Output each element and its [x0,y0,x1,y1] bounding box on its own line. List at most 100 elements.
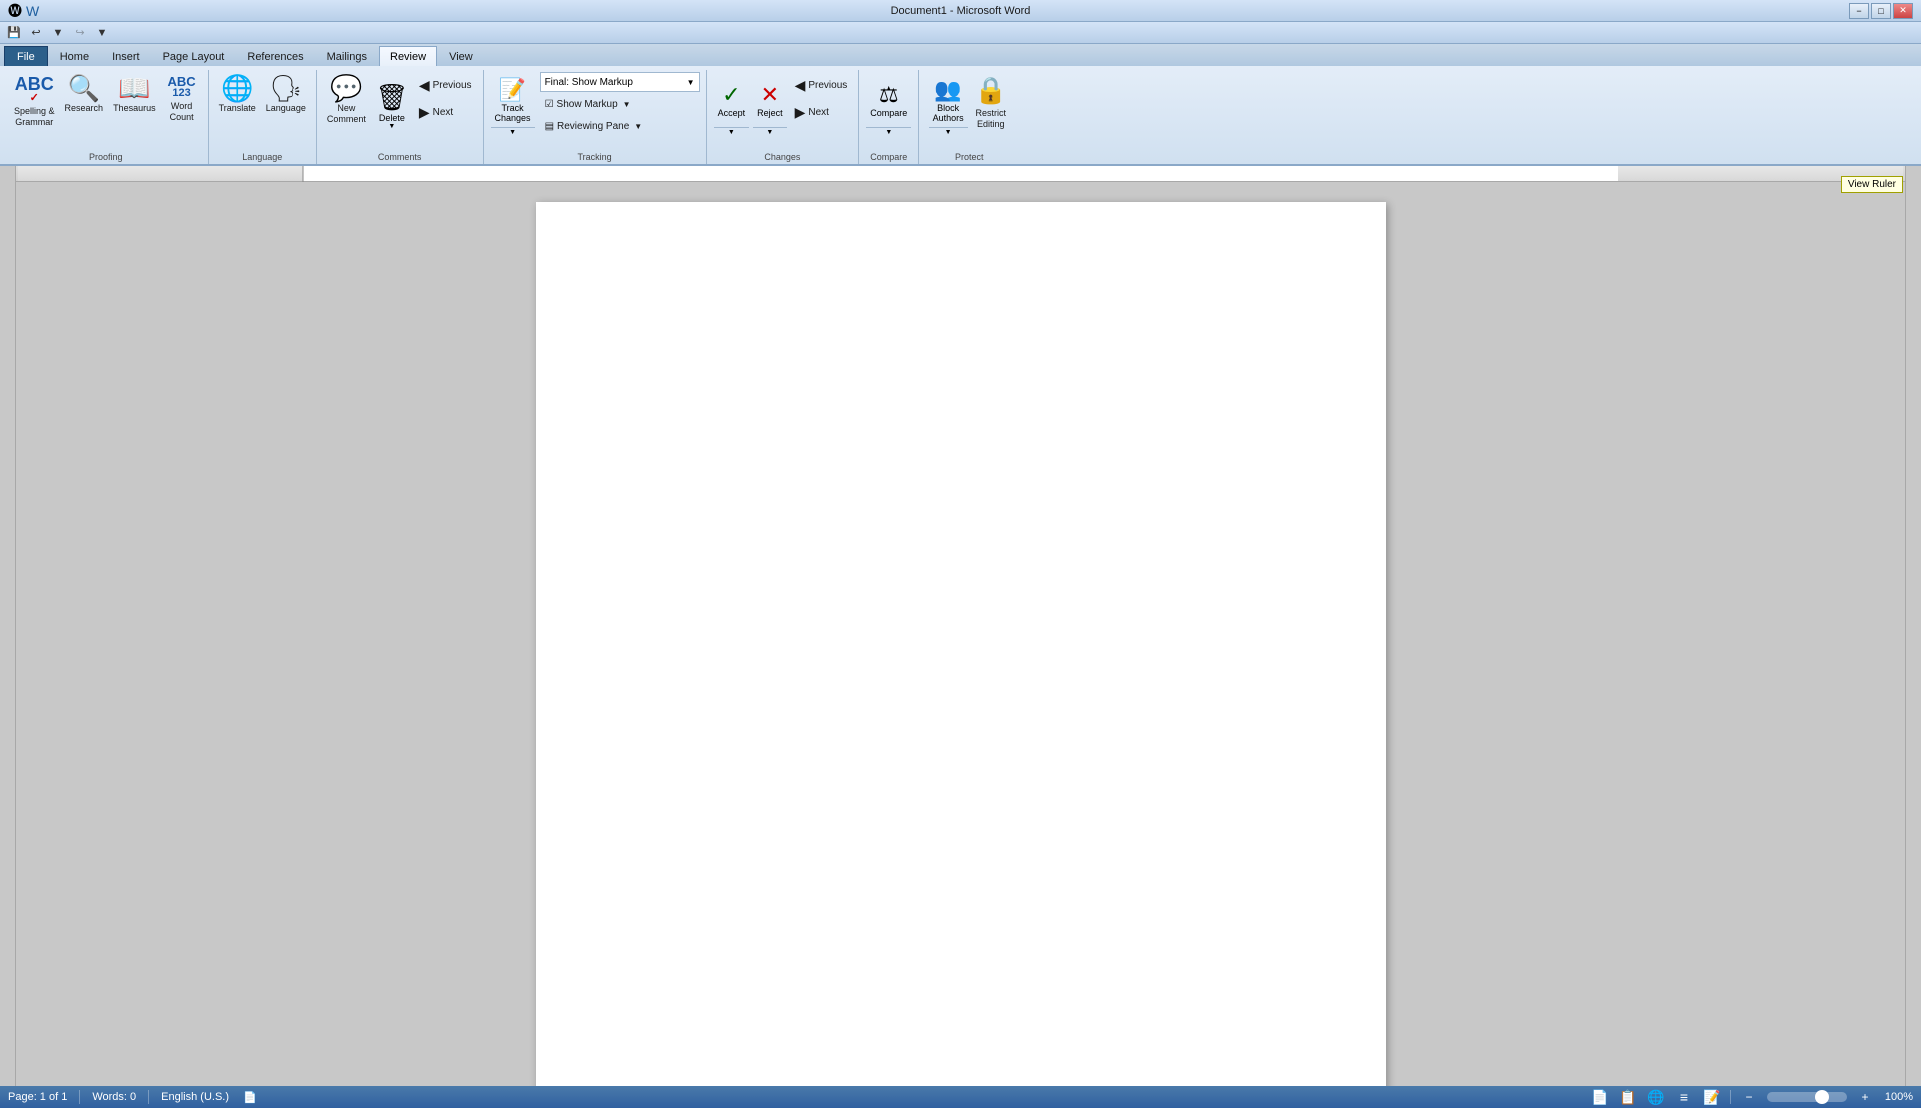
maximize-button[interactable]: □ [1871,3,1891,19]
compare-group-label: Compare [859,152,918,162]
research-button[interactable]: 🔍 Research [61,72,108,138]
trackchanges-dropdown-button[interactable]: ▼ [491,127,535,137]
reject-button[interactable]: ✕ Reject [753,73,787,127]
tab-view[interactable]: View [438,46,484,66]
qa-dropdown-button[interactable]: ▼ [92,24,112,42]
wordcount-icon: ABC 123 [168,75,196,99]
ribbon-group-language: 🌐 Translate 🗣 Language Language [209,70,317,164]
comments-group-label: Comments [317,152,483,162]
language-group-label: Language [209,152,316,162]
research-label: Research [65,103,104,114]
zoom-in-button[interactable]: + [1855,1088,1875,1106]
blockauthors-button[interactable]: 👥 BlockAuthors [929,73,968,127]
comments-next-button[interactable]: ▶ Next [414,99,477,125]
ruler-tick-marks [18,166,1903,182]
next-icon: ▶ [419,104,430,121]
ribbon: File Home Insert Page Layout References … [0,44,1921,166]
tab-pagelayout[interactable]: Page Layout [152,46,236,66]
showmarkup-dropdown-arrow[interactable]: ▼ [623,100,631,109]
tab-mailings[interactable]: Mailings [316,46,378,66]
web-layout-view-button[interactable]: 🌐 [1646,1088,1666,1106]
changes-next-button[interactable]: ▶ Next [790,99,853,125]
save-quick-button[interactable]: 💾 [4,24,24,42]
changes-previous-button[interactable]: ◀ Previous [790,72,853,98]
markup-dropdown-arrow: ▼ [687,78,695,87]
reviewingpane-dropdown-arrow[interactable]: ▼ [634,122,642,131]
accept-icon: ✓ [722,82,740,108]
accept-dropdown-button[interactable]: ▼ [714,127,750,137]
reject-icon: ✕ [761,82,779,108]
trackchanges-button[interactable]: 📝 TrackChanges [491,73,535,127]
ribbon-group-tracking: 📝 TrackChanges ▼ Final: Show Markup ▼ [484,70,707,164]
spelling-icon: ABC ✓ [15,75,54,104]
zoom-thumb[interactable] [1815,1090,1829,1104]
status-bar-right: 📄 📋 🌐 ≡ 📝 − + 100% [1590,1088,1913,1106]
wordcount-button[interactable]: ABC 123 WordCount [162,72,202,138]
compare-button[interactable]: ⚖ Compare [866,73,911,127]
draft-view-button[interactable]: 📝 [1702,1088,1722,1106]
outline-view-button[interactable]: ≡ [1674,1088,1694,1106]
print-layout-view-button[interactable]: 📄 [1590,1088,1610,1106]
newcomment-icon: 💬 [330,75,362,101]
changes-next-label: Next [808,107,829,118]
minimize-button[interactable]: − [1849,3,1869,19]
accept-dropdown-arrow: ▼ [728,129,735,136]
ribbon-group-compare: ⚖ Compare ▼ Compare [859,70,919,164]
redo-quick-button[interactable]: ↪ [70,24,90,42]
full-screen-view-button[interactable]: 📋 [1618,1088,1638,1106]
tab-insert[interactable]: Insert [101,46,151,66]
translate-button[interactable]: 🌐 Translate [215,72,260,138]
delete-dropdown-arrow[interactable]: ▼ [388,123,395,130]
next-label: Next [433,107,454,118]
reject-dropdown-button[interactable]: ▼ [753,127,787,137]
vertical-ruler-right: View Ruler [1905,166,1921,1086]
accept-label: Accept [718,108,746,118]
tab-references[interactable]: References [236,46,314,66]
reviewingpane-icon: ▤ [545,121,554,132]
word-logo-icon: 🅦 [8,1,22,21]
ribbon-content: ABC ✓ Spelling &Grammar 🔍 Research 📖 The… [0,66,1921,164]
compare-icon: ⚖ [879,82,899,108]
trackchanges-icon: 📝 [499,77,526,103]
changes-next-icon: ▶ [795,104,806,121]
language-button[interactable]: 🗣 Language [262,72,310,138]
reviewingpane-button[interactable]: ▤ Reviewing Pane ▼ [540,116,700,136]
tab-review[interactable]: Review [379,46,437,66]
document-page[interactable] [536,202,1386,1086]
compare-dropdown-button[interactable]: ▼ [866,127,911,137]
final-markup-label: Final: Show Markup [545,77,633,88]
ribbon-group-changes: ✓ Accept ▼ ✕ Reject ▼ [707,70,860,164]
showmarkup-button[interactable]: ☑ Show Markup ▼ [540,94,700,114]
thesaurus-button[interactable]: 📖 Thesaurus [109,72,160,138]
zoom-out-button[interactable]: − [1739,1088,1759,1106]
tab-file[interactable]: File [4,46,48,66]
blockauthors-dropdown-button[interactable]: ▼ [929,127,968,137]
zoom-slider[interactable] [1767,1092,1847,1102]
window-title: Document1 - Microsoft Word [891,5,1031,17]
tab-home[interactable]: Home [49,46,100,66]
undo-dropdown-button[interactable]: ▼ [48,24,68,42]
language-buttons: 🌐 Translate 🗣 Language [215,72,310,164]
undo-quick-button[interactable]: ↩ [26,24,46,42]
reject-dropdown-arrow: ▼ [766,129,773,136]
ribbon-group-comments: 💬 NewComment 🗑 Delete ▼ ◀ Previous [317,70,484,164]
thesaurus-label: Thesaurus [113,103,156,114]
reject-label: Reject [757,108,783,118]
delete-splitbutton: 🗑 Delete ▼ [372,72,412,140]
view-ruler-tooltip: View Ruler [1841,176,1903,193]
close-button[interactable]: ✕ [1893,3,1913,19]
vertical-ruler-left [0,166,16,1086]
delete-button[interactable]: 🗑 Delete ▼ [373,73,411,139]
restrictediting-button[interactable]: 🔒 RestrictEditing [971,72,1011,138]
status-bar-left: Page: 1 of 1 Words: 0 English (U.S.) 📄 [8,1090,257,1104]
translate-label: Translate [219,103,256,114]
proofing-group-label: Proofing [4,152,208,162]
blockauthors-dropdown-arrow: ▼ [945,129,952,136]
final-markup-dropdown[interactable]: Final: Show Markup ▼ [540,72,700,92]
trackchanges-label: TrackChanges [495,103,531,123]
newcomment-button[interactable]: 💬 NewComment [323,72,370,138]
document-area[interactable] [16,182,1905,1086]
accept-button[interactable]: ✓ Accept [714,73,750,127]
spelling-grammar-button[interactable]: ABC ✓ Spelling &Grammar [10,72,59,138]
comments-previous-button[interactable]: ◀ Previous [414,72,477,98]
